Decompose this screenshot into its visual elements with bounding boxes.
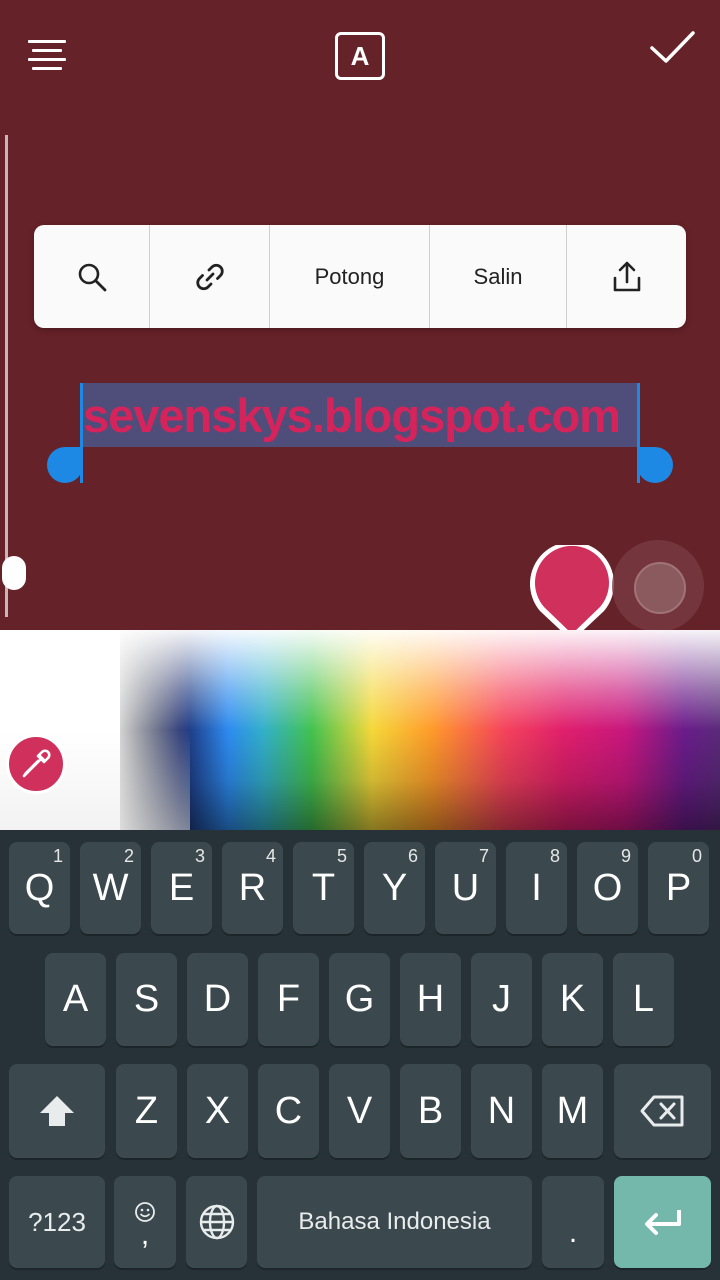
search-icon [78,263,106,291]
backspace-icon [640,1095,683,1127]
link-icon [195,263,224,290]
comma-label: , [140,1218,150,1251]
key-label: O [592,866,623,909]
key-label: W [92,866,129,909]
key-h[interactable]: H [400,953,461,1046]
key-label: P [665,866,692,909]
key-hint: 6 [407,846,418,866]
key-l[interactable]: L [613,953,674,1046]
key-label: Q [24,866,55,909]
key-label: U [451,866,480,909]
key-y[interactable]: Y6 [364,842,425,934]
text-editor-canvas[interactable]: A Potong Salin sevenskys.blogspot.com [0,0,720,641]
key-g[interactable]: G [329,953,390,1046]
key-q[interactable]: Q1 [9,842,70,934]
text-size-slider-thumb[interactable] [2,556,26,590]
enter-icon [644,1210,681,1235]
selected-text: sevenskys.blogspot.com [83,389,621,442]
key-hint: 2 [123,846,134,866]
menu-icon[interactable] [28,38,68,76]
on-screen-keyboard: Q1W2E3R4T5Y6U7I8O9P0 ASDFGHJKL ZXCVBNM ?… [0,830,720,1280]
selection-start-handle[interactable] [47,447,83,483]
color-spectrum-picker[interactable] [0,630,720,830]
key-m[interactable]: M [542,1064,603,1158]
shift-icon [40,1096,74,1126]
key-o[interactable]: O9 [577,842,638,934]
share-icon [613,261,640,291]
key-d[interactable]: D [187,953,248,1046]
key-x[interactable]: X [187,1064,248,1158]
key-hint: 8 [549,846,560,866]
key-label: I [531,866,542,909]
key-label: E [168,866,195,909]
key-s[interactable]: S [116,953,177,1046]
key-f[interactable]: F [258,953,319,1046]
key-n[interactable]: N [471,1064,532,1158]
key-r[interactable]: R4 [222,842,283,934]
enter-key[interactable] [614,1176,711,1268]
selected-text-field[interactable]: sevenskys.blogspot.com [80,383,640,447]
language-key[interactable] [186,1176,247,1268]
globe-icon [199,1204,234,1240]
backspace-key[interactable] [614,1064,711,1158]
text-size-slider[interactable] [2,135,26,617]
symbols-key[interactable]: ?123 [9,1176,105,1268]
key-e[interactable]: E3 [151,842,212,934]
eyedropper-icon [22,749,51,778]
key-label: T [311,866,336,909]
key-b[interactable]: B [400,1064,461,1158]
space-bar[interactable]: Bahasa Indonesia [257,1176,532,1268]
key-hint: 5 [336,846,347,866]
share-button[interactable] [567,225,686,328]
key-hint: 4 [265,846,276,866]
key-a[interactable]: A [45,953,106,1046]
previous-color-indicator [612,540,704,632]
key-z[interactable]: Z [116,1064,177,1158]
key-c[interactable]: C [258,1064,319,1158]
key-hint: 9 [620,846,631,866]
key-p[interactable]: P0 [648,842,709,934]
key-j[interactable]: J [471,953,532,1046]
link-button[interactable] [150,225,270,328]
key-u[interactable]: U7 [435,842,496,934]
key-k[interactable]: K [542,953,603,1046]
key-hint: 0 [691,846,702,866]
check-icon[interactable] [648,28,696,68]
key-hint: 7 [478,846,489,866]
key-i[interactable]: I8 [506,842,567,934]
copy-button[interactable]: Salin [430,225,567,328]
key-w[interactable]: W2 [80,842,141,934]
key-label: Y [381,866,408,909]
key-hint: 3 [194,846,205,866]
key-t[interactable]: T5 [293,842,354,934]
selection-end-handle[interactable] [637,447,673,483]
current-color-marker[interactable] [528,545,616,643]
search-button[interactable] [34,225,150,328]
text-selection-context-menu: Potong Salin [34,225,686,328]
comma-emoji-key[interactable]: , [114,1176,176,1268]
key-hint: 1 [52,846,63,866]
cut-button[interactable]: Potong [270,225,430,328]
period-key[interactable]: . [542,1176,604,1268]
key-label: R [238,866,267,909]
shift-key[interactable] [9,1064,105,1158]
eyedropper-button[interactable] [6,734,66,794]
key-v[interactable]: V [329,1064,390,1158]
text-style-button[interactable]: A [335,32,385,80]
